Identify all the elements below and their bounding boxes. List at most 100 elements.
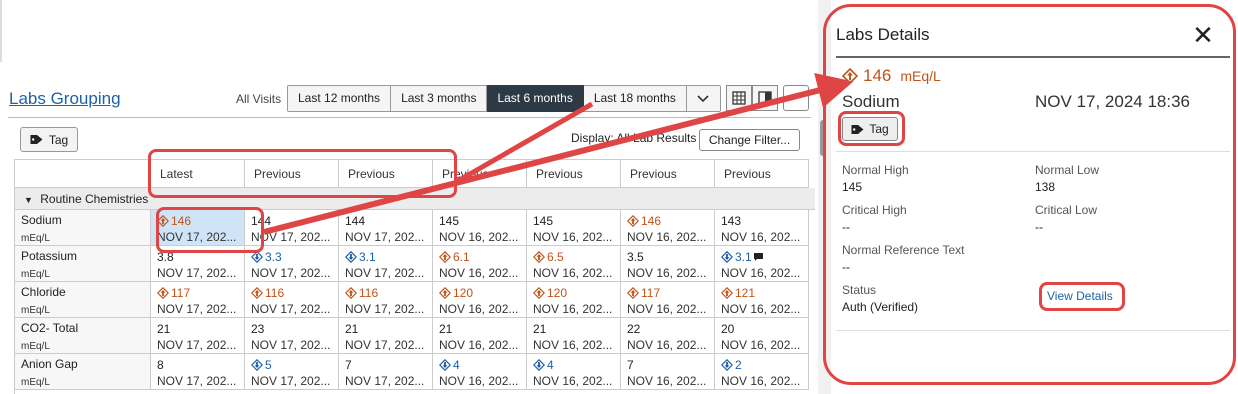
range-button-2[interactable]: Last 6 months: [487, 85, 584, 112]
range-button-1[interactable]: Last 3 months: [391, 85, 488, 112]
result-cell[interactable]: 20 NOV 16, 202...: [715, 318, 809, 354]
result-value: 4: [439, 357, 526, 372]
change-filter-button[interactable]: Change Filter...: [699, 129, 800, 151]
result-value-text: 4: [547, 357, 554, 372]
result-cell[interactable]: 3.1 NOV 16, 202...: [715, 246, 809, 282]
result-cell[interactable]: 120 NOV 16, 202...: [527, 282, 621, 318]
result-value: 3.1: [721, 249, 808, 264]
analyte-unit: mEq/L: [21, 305, 50, 316]
column-header-previous[interactable]: Previous: [715, 159, 809, 188]
result-date: NOV 16, 202...: [439, 338, 519, 352]
result-cell[interactable]: 116 NOV 17, 202...: [339, 282, 433, 318]
result-cell[interactable]: 3.1 NOV 17, 202...: [339, 246, 433, 282]
result-value: 121: [721, 285, 808, 300]
result-value-text: 146: [641, 213, 662, 228]
analyte-name: Potassium: [21, 249, 78, 263]
result-cell[interactable]: 120 NOV 16, 202...: [433, 282, 527, 318]
result-cell[interactable]: 117 NOV 17, 202...: [151, 282, 245, 318]
header-divider: [8, 117, 811, 118]
more-options-button[interactable]: [783, 85, 809, 111]
annotation-column-headers: [148, 149, 457, 198]
result-value-text: 7: [627, 357, 634, 372]
result-date: NOV 17, 202...: [345, 266, 425, 280]
result-cell[interactable]: 7 NOV 16, 202...: [621, 354, 715, 390]
result-cell[interactable]: 146 NOV 16, 202...: [621, 210, 715, 246]
chevron-down-icon: [697, 94, 709, 102]
result-date: NOV 16, 202...: [627, 266, 707, 280]
result-cell[interactable]: 145 NOV 16, 202...: [433, 210, 527, 246]
result-date: NOV 16, 202...: [627, 302, 707, 316]
result-cell[interactable]: 8 NOV 17, 202...: [151, 354, 245, 390]
result-value: 143: [721, 213, 808, 228]
result-value: 7: [345, 357, 432, 372]
result-cell[interactable]: 7 NOV 17, 202...: [339, 354, 433, 390]
result-cell[interactable]: 117 NOV 16, 202...: [621, 282, 715, 318]
result-value-text: 21: [157, 321, 171, 336]
result-cell[interactable]: 6.5 NOV 16, 202...: [527, 246, 621, 282]
result-value: 7: [627, 357, 714, 372]
range-button-3[interactable]: Last 18 months: [583, 85, 687, 112]
result-date: NOV 17, 202...: [345, 230, 425, 244]
caret-down-icon[interactable]: ▼: [24, 195, 33, 205]
result-cell[interactable]: 6.1 NOV 16, 202...: [433, 246, 527, 282]
result-value-text: 3.1: [735, 249, 752, 264]
row-name-cell: Potassium mEq/L: [15, 246, 151, 282]
result-value-text: 121: [735, 285, 756, 300]
arrow-up-diamond-icon: [627, 286, 639, 299]
grid-icon: [732, 91, 746, 105]
result-date: NOV 17, 202...: [345, 302, 425, 316]
result-value: 21: [345, 321, 432, 336]
column-header-previous[interactable]: Previous: [527, 159, 621, 188]
result-cell[interactable]: 23 NOV 17, 202...: [245, 318, 339, 354]
result-value: 116: [251, 285, 338, 300]
table-view-button[interactable]: [726, 85, 752, 111]
result-value-text: 23: [251, 321, 265, 336]
result-cell[interactable]: 5 NOV 17, 202...: [245, 354, 339, 390]
tag-button[interactable]: Tag: [20, 127, 78, 152]
arrow-up-diamond-icon: [439, 286, 451, 299]
result-value-text: 8: [157, 357, 164, 372]
result-value: 145: [439, 213, 526, 228]
result-cell[interactable]: 22 NOV 16, 202...: [621, 318, 715, 354]
result-date: NOV 16, 202...: [439, 230, 519, 244]
annotation-details-panel: [823, 4, 1236, 385]
result-value: 117: [627, 285, 714, 300]
annotation-selected-cell: [156, 207, 264, 253]
result-value-text: 6.1: [453, 249, 470, 264]
result-cell[interactable]: 21 NOV 17, 202...: [339, 318, 433, 354]
result-cell[interactable]: 4 NOV 16, 202...: [527, 354, 621, 390]
result-value: 144: [345, 213, 432, 228]
labs-grouping-title[interactable]: Labs Grouping: [9, 89, 121, 109]
range-dropdown-button[interactable]: [686, 85, 721, 112]
result-cell[interactable]: 116 NOV 17, 202...: [245, 282, 339, 318]
result-cell[interactable]: 145 NOV 16, 202...: [527, 210, 621, 246]
result-cell[interactable]: 21 NOV 16, 202...: [527, 318, 621, 354]
result-cell[interactable]: 2 NOV 16, 202...: [715, 354, 809, 390]
result-value-text: 21: [439, 321, 453, 336]
result-cell[interactable]: 3.5 NOV 16, 202...: [621, 246, 715, 282]
result-cell[interactable]: 21 NOV 17, 202...: [151, 318, 245, 354]
result-value: 3.5: [627, 249, 714, 264]
result-date: NOV 16, 202...: [627, 230, 707, 244]
result-value-text: 3.3: [265, 249, 282, 264]
arrow-up-diamond-icon: [533, 286, 545, 299]
column-header-previous[interactable]: Previous: [621, 159, 715, 188]
result-value: 116: [345, 285, 432, 300]
analyte-name: Sodium: [21, 213, 62, 227]
result-date: NOV 17, 202...: [251, 338, 331, 352]
result-value: 3.3: [251, 249, 338, 264]
result-cell[interactable]: 4 NOV 16, 202...: [433, 354, 527, 390]
range-button-0[interactable]: Last 12 months: [287, 85, 392, 112]
result-value: 2: [721, 357, 808, 372]
result-cell[interactable]: 143 NOV 16, 202...: [715, 210, 809, 246]
split-view-button[interactable]: [752, 85, 778, 111]
result-cell[interactable]: 121 NOV 16, 202...: [715, 282, 809, 318]
analyte-name: Anion Gap: [21, 357, 78, 371]
left-edge: [0, 0, 2, 62]
result-cell[interactable]: 144 NOV 17, 202...: [339, 210, 433, 246]
analyte-unit: mEq/L: [21, 341, 50, 352]
result-date: NOV 16, 202...: [721, 302, 801, 316]
arrow-up-diamond-icon: [345, 286, 357, 299]
result-value: 6.1: [439, 249, 526, 264]
result-cell[interactable]: 21 NOV 16, 202...: [433, 318, 527, 354]
